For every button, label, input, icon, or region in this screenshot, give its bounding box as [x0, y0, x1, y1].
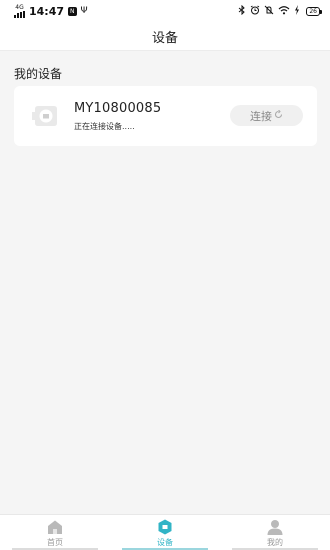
device-card[interactable]: MY10800085 正在连接设备..... 连接	[14, 86, 317, 146]
signal-icon: 4G	[14, 4, 25, 18]
mute-icon	[264, 5, 274, 18]
battery-icon: 26	[306, 6, 322, 16]
tab-home-label: 首页	[47, 538, 63, 547]
status-time: 14:47	[29, 4, 65, 18]
device-icon	[156, 519, 174, 535]
user-icon	[266, 519, 284, 535]
header-divider	[0, 50, 330, 51]
wifi-icon	[278, 5, 290, 18]
status-right: 26	[238, 4, 322, 18]
device-status: 正在连接设备.....	[74, 122, 135, 131]
device-name: MY10800085	[74, 101, 162, 116]
tab-home[interactable]: 首页	[0, 515, 110, 550]
tab-mine[interactable]: 我的	[220, 515, 330, 550]
home-icon	[46, 519, 64, 535]
section-title: 我的设备	[14, 67, 63, 81]
usb-icon: Ψ	[80, 6, 88, 16]
status-left: 4G 14:47 N Ψ	[14, 4, 88, 18]
tab-mine-label: 我的	[267, 538, 283, 547]
connect-label: 连接	[250, 109, 272, 123]
connect-button[interactable]: 连接	[230, 105, 303, 126]
tab-bar: 首页 设备 我的	[0, 514, 330, 550]
charging-icon	[294, 4, 300, 18]
status-bar: 4G 14:47 N Ψ 26	[0, 0, 330, 22]
battery-level: 26	[309, 7, 317, 15]
bluetooth-icon	[238, 4, 246, 18]
loading-icon	[274, 109, 283, 122]
alarm-icon	[250, 5, 260, 18]
page-header: 设备	[0, 22, 330, 50]
tab-device-label: 设备	[157, 538, 173, 547]
page-title: 设备	[151, 30, 178, 46]
notification-badge: N	[68, 6, 77, 16]
tab-device[interactable]: 设备	[110, 515, 220, 550]
device-icon	[32, 103, 60, 129]
